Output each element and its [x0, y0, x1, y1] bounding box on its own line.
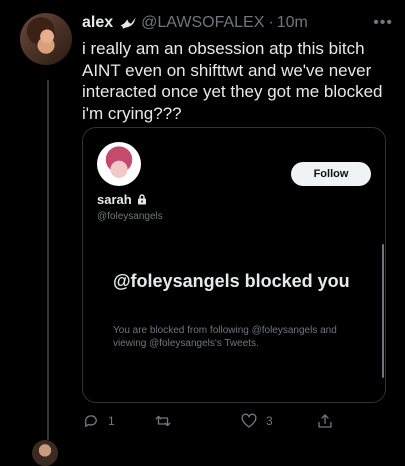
dove-icon: [120, 17, 136, 29]
more-options-icon[interactable]: •••: [373, 14, 393, 32]
scrollbar[interactable]: [382, 244, 384, 378]
display-name[interactable]: alex: [82, 14, 113, 32]
card-display-name[interactable]: sarah: [97, 192, 132, 207]
follow-button[interactable]: Follow: [291, 162, 371, 186]
tweet-header: alex @LAWSOFALEX · 10m •••: [82, 12, 395, 34]
share-action[interactable]: [316, 412, 342, 430]
retweet-action[interactable]: [154, 412, 180, 430]
tweet-timestamp[interactable]: 10m: [277, 14, 308, 32]
user-avatar[interactable]: [20, 13, 72, 65]
separator-dot: ·: [268, 14, 274, 31]
heart-icon: [241, 413, 257, 428]
tweet-actions: 1 3: [82, 412, 388, 436]
like-action[interactable]: 3: [240, 412, 273, 430]
reply-count: 1: [108, 414, 115, 428]
blocked-profile-card[interactable]: Follow sarah @foleysangels @foleysangels…: [82, 127, 386, 403]
retweet-icon: [155, 415, 171, 427]
reply-icon: [85, 415, 97, 427]
reply-action[interactable]: 1: [82, 412, 115, 430]
user-handle[interactable]: @LAWSOFALEX: [141, 14, 264, 32]
blocked-title: @foleysangels blocked you: [113, 271, 350, 291]
thread-line: [47, 80, 49, 440]
share-icon: [318, 414, 332, 428]
tweet-text: i really am an obsession atp this bitch …: [82, 39, 383, 123]
card-name-row: sarah: [97, 192, 147, 207]
blocked-description: You are blocked from following @foleysan…: [113, 325, 337, 349]
next-reply-avatar[interactable]: [32, 440, 58, 466]
lock-icon: [137, 194, 146, 205]
card-handle[interactable]: @foleysangels: [97, 211, 163, 222]
card-avatar[interactable]: [97, 142, 141, 186]
like-count: 3: [266, 414, 273, 428]
